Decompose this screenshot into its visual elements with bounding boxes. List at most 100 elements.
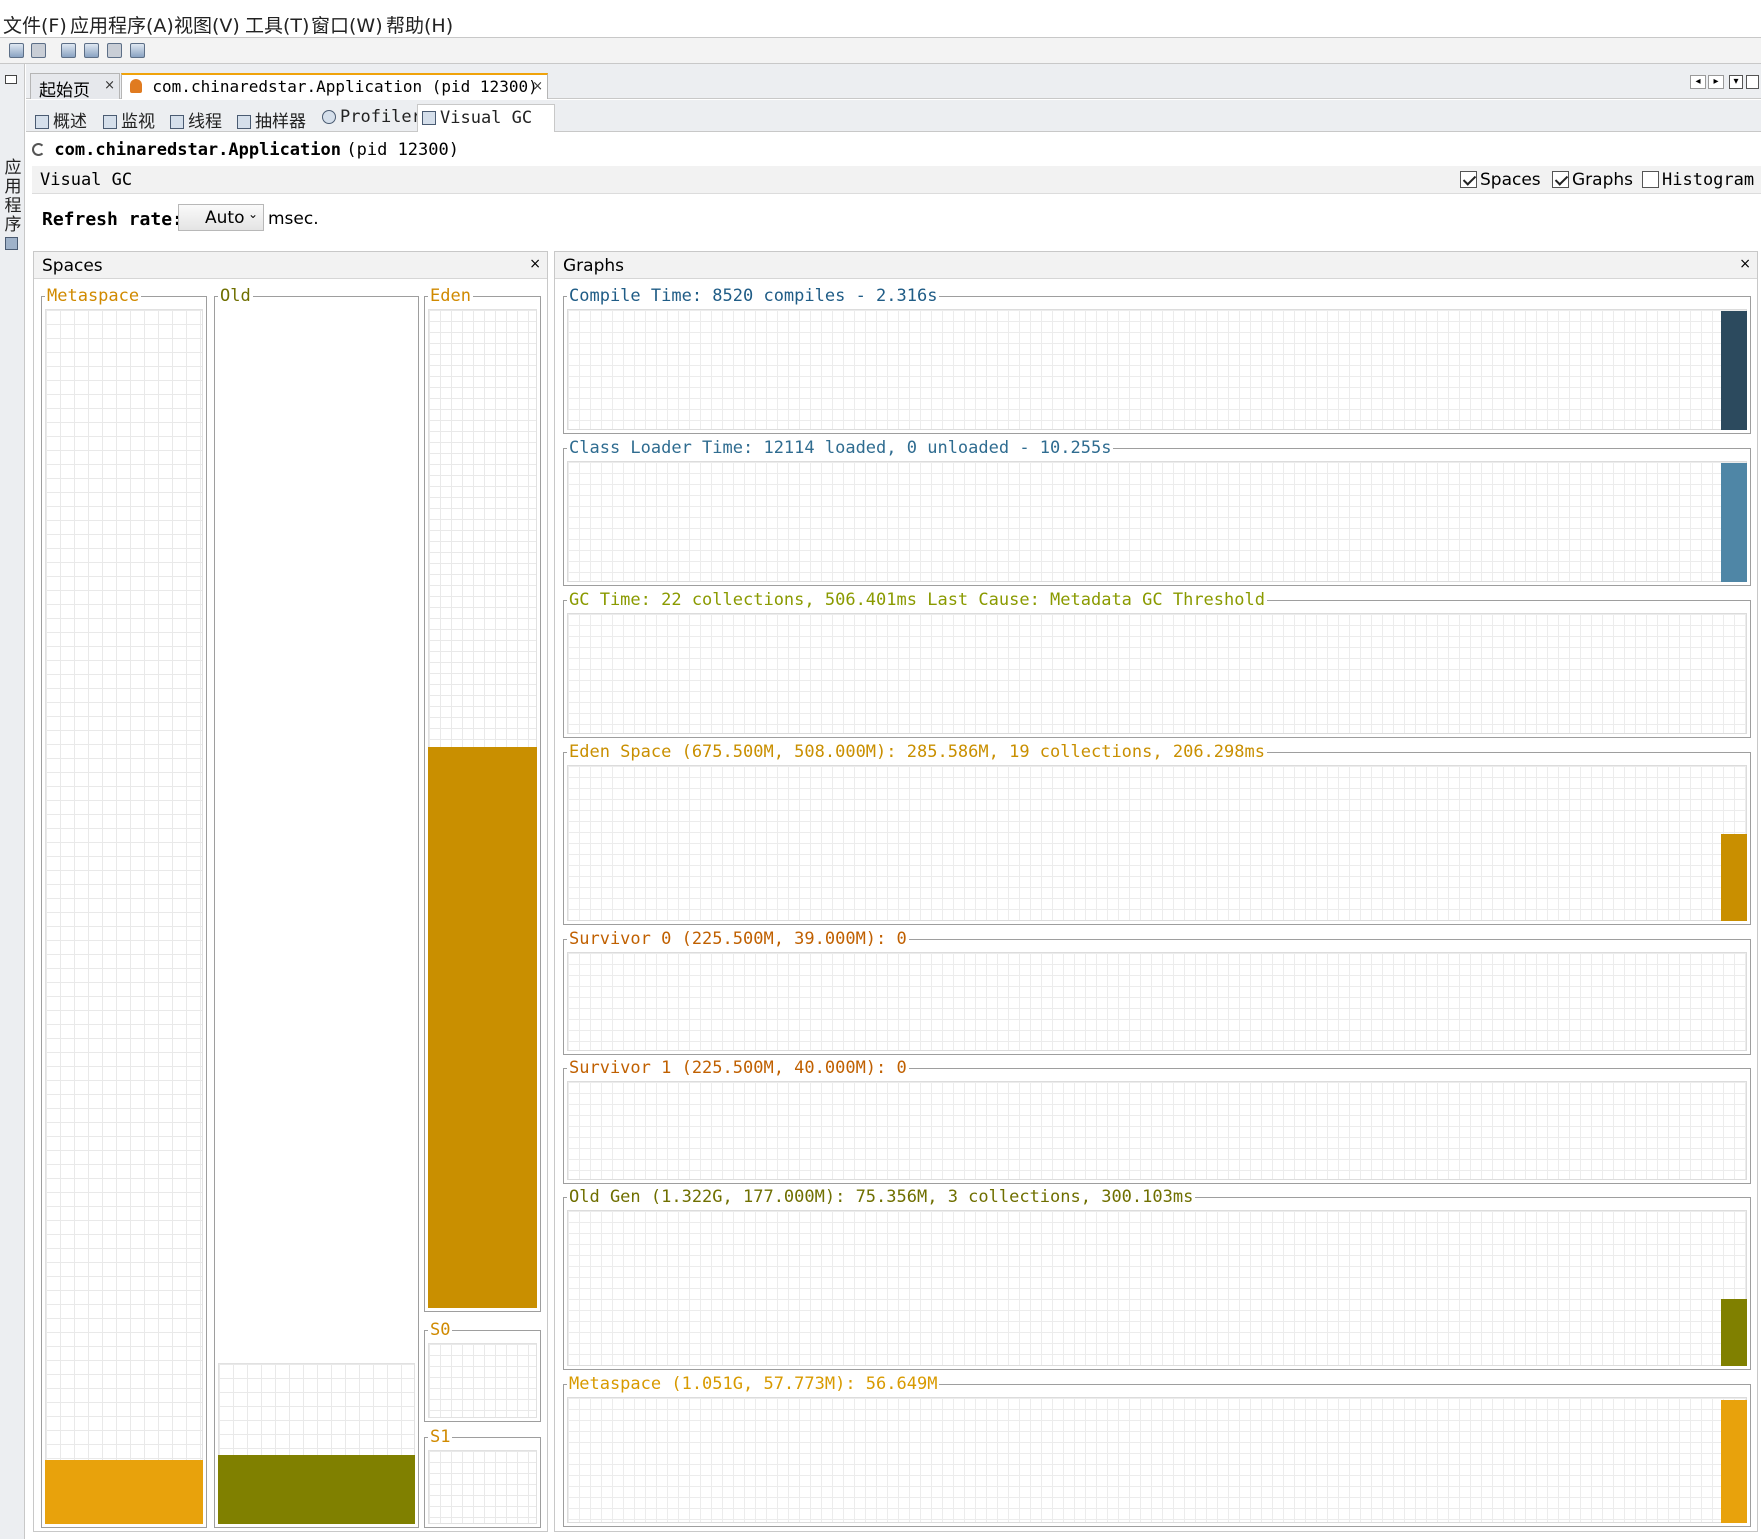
old-gen-label: Old Gen (1.322G, 177.000M): 75.356M, 3 c… — [567, 1187, 1196, 1207]
s0-space-grid — [428, 1343, 537, 1418]
tab-profiler-label: Profiler — [340, 107, 422, 127]
tab-overview-label: 概述 — [53, 112, 87, 132]
spaces-panel-title: Spaces — [42, 256, 103, 276]
survivor-0-grid — [567, 952, 1747, 1051]
open-application-icon[interactable] — [9, 43, 24, 58]
s1-space-label: S1 — [428, 1427, 453, 1447]
spaces-panel-header: Spaces × — [34, 252, 547, 279]
tab-visual-gc-label: Visual GC — [440, 108, 533, 128]
survivor-0-label: Survivor 0 (225.500M, 39.000M): 0 — [567, 929, 909, 949]
document-tabs: 起始页 × com.chinaredstar.Application (pid … — [26, 64, 1761, 101]
overview-icon — [35, 115, 49, 129]
restore-window-icon[interactable] — [1746, 75, 1759, 89]
refresh-rate-value: Auto — [205, 208, 245, 228]
s1-space-grid — [428, 1450, 537, 1524]
tab-threads-label: 线程 — [188, 112, 222, 132]
java-icon — [130, 79, 142, 93]
menu-bar: 文件(F) 应用程序(A) 视图(V) 工具(T) 窗口(W) 帮助(H) — [0, 0, 1761, 38]
metaspace-space: Metaspace — [41, 287, 207, 1528]
tab-visual-gc[interactable]: Visual GC — [417, 104, 555, 132]
old-gen-grid — [567, 1210, 1747, 1366]
menu-view[interactable]: 视图(V) — [174, 11, 240, 38]
refresh-rate-select[interactable]: Auto ⌄ — [178, 204, 264, 231]
eden-space-graph-grid — [567, 765, 1747, 921]
metaspace-space-grid — [45, 309, 203, 1524]
menu-help[interactable]: 帮助(H) — [386, 11, 453, 38]
close-icon[interactable]: × — [529, 256, 541, 272]
tab-start-page-label: 起始页 — [39, 81, 90, 101]
s0-space: S0 — [424, 1321, 541, 1422]
close-icon[interactable]: × — [1739, 256, 1751, 272]
visual-gc-title: Visual GC — [40, 170, 133, 190]
add-core-dump-icon[interactable] — [130, 43, 145, 58]
close-icon[interactable]: × — [104, 78, 115, 93]
class-loader-time-graph: Class Loader Time: 12114 loaded, 0 unloa… — [563, 439, 1751, 586]
histogram-checkbox-label: Histogram — [1662, 170, 1755, 190]
menu-file[interactable]: 文件(F) — [3, 11, 67, 38]
old-space: Old — [214, 287, 419, 1528]
metaspace-graph-grid — [567, 1397, 1747, 1523]
menu-tools[interactable]: 工具(T) — [245, 11, 309, 38]
tab-profiler[interactable]: Profiler — [318, 104, 426, 132]
eden-space: Eden — [424, 287, 541, 1312]
s1-space: S1 — [424, 1428, 541, 1528]
refresh-rate-unit: msec. — [268, 209, 319, 229]
menu-applications[interactable]: 应用程序(A) — [70, 11, 174, 38]
old-space-label: Old — [218, 286, 253, 306]
graphs-checkbox[interactable]: Graphs — [1552, 170, 1633, 190]
eden-space-fill — [428, 747, 537, 1308]
survivor-1-grid — [567, 1081, 1747, 1180]
metaspace-graph: Metaspace (1.051G, 57.773M): 56.649M — [563, 1375, 1751, 1527]
old-gen-bar — [1721, 1299, 1747, 1366]
tab-sampler[interactable]: 抽样器 — [233, 104, 310, 132]
show-opened-documents-icon[interactable]: ▾ — [1729, 75, 1743, 89]
tab-application[interactable]: com.chinaredstar.Application (pid 12300)… — [121, 73, 548, 99]
application-title: com.chinaredstar.Application (pid 12300) — [32, 140, 459, 160]
compile-time-label: Compile Time: 8520 compiles - 2.316s — [567, 286, 940, 306]
gc-time-grid — [567, 613, 1747, 734]
metaspace-space-label: Metaspace — [45, 286, 142, 306]
tab-overview[interactable]: 概述 — [31, 104, 91, 132]
gc-time-label: GC Time: 22 collections, 506.401ms Last … — [567, 590, 1267, 610]
eden-space-graph-bar — [1721, 834, 1747, 921]
graphs-panel-title: Graphs — [563, 256, 625, 276]
chevron-down-icon: ⌄ — [247, 207, 258, 221]
refresh-rate-label: Refresh rate: — [42, 209, 183, 230]
restore-window-icon[interactable] — [5, 75, 17, 84]
histogram-checkbox[interactable]: Histogram — [1642, 170, 1754, 190]
close-icon[interactable]: × — [532, 79, 543, 94]
tab-start-page[interactable]: 起始页 × — [30, 73, 120, 101]
tab-monitor[interactable]: 监视 — [99, 104, 159, 132]
metaspace-space-fill — [45, 1460, 203, 1524]
graphs-checkbox-label: Graphs — [1572, 170, 1634, 190]
profiler-icon — [322, 110, 336, 124]
graphs-panel-header: Graphs × — [555, 252, 1757, 279]
gc-time-graph: GC Time: 22 collections, 506.401ms Last … — [563, 591, 1751, 738]
application-name: com.chinaredstar.Application — [54, 140, 341, 160]
compile-time-graph: Compile Time: 8520 compiles - 2.316s — [563, 287, 1751, 434]
checkbox-checked-icon — [1460, 171, 1477, 188]
visual-gc-icon — [422, 111, 436, 125]
applications-side-tab[interactable]: 应用程序 — [2, 159, 24, 235]
compile-time-bar — [1721, 311, 1747, 430]
add-remote-host-icon[interactable] — [84, 43, 99, 58]
load-snapshot-icon[interactable] — [107, 43, 122, 58]
spaces-checkbox[interactable]: Spaces — [1460, 170, 1541, 190]
scroll-right-icon[interactable]: ▸ — [1708, 75, 1724, 89]
spaces-panel: Spaces × Metaspace Old Eden S0 S1 — [33, 251, 548, 1532]
side-panel-strip: 应用程序 — [0, 64, 25, 1539]
tab-threads[interactable]: 线程 — [166, 104, 226, 132]
view-tabs: 概述 监视 线程 抽样器 Profiler Visual GC — [26, 100, 1761, 132]
save-snapshot-icon[interactable] — [31, 43, 46, 58]
graphs-panel: Graphs × Compile Time: 8520 compiles - 2… — [554, 251, 1758, 1532]
class-loader-time-label: Class Loader Time: 12114 loaded, 0 unloa… — [567, 438, 1114, 458]
menu-window[interactable]: 窗口(W) — [311, 11, 383, 38]
metaspace-graph-bar — [1721, 1400, 1747, 1523]
scroll-left-icon[interactable]: ◂ — [1690, 75, 1706, 89]
tab-application-label: com.chinaredstar.Application (pid 12300) — [152, 77, 538, 96]
sampler-icon — [237, 115, 251, 129]
metaspace-graph-label: Metaspace (1.051G, 57.773M): 56.649M — [567, 1374, 940, 1394]
applications-icon — [5, 237, 18, 250]
add-jmx-connection-icon[interactable] — [61, 43, 76, 58]
eden-space-graph-label: Eden Space (675.500M, 508.000M): 285.586… — [567, 742, 1267, 762]
